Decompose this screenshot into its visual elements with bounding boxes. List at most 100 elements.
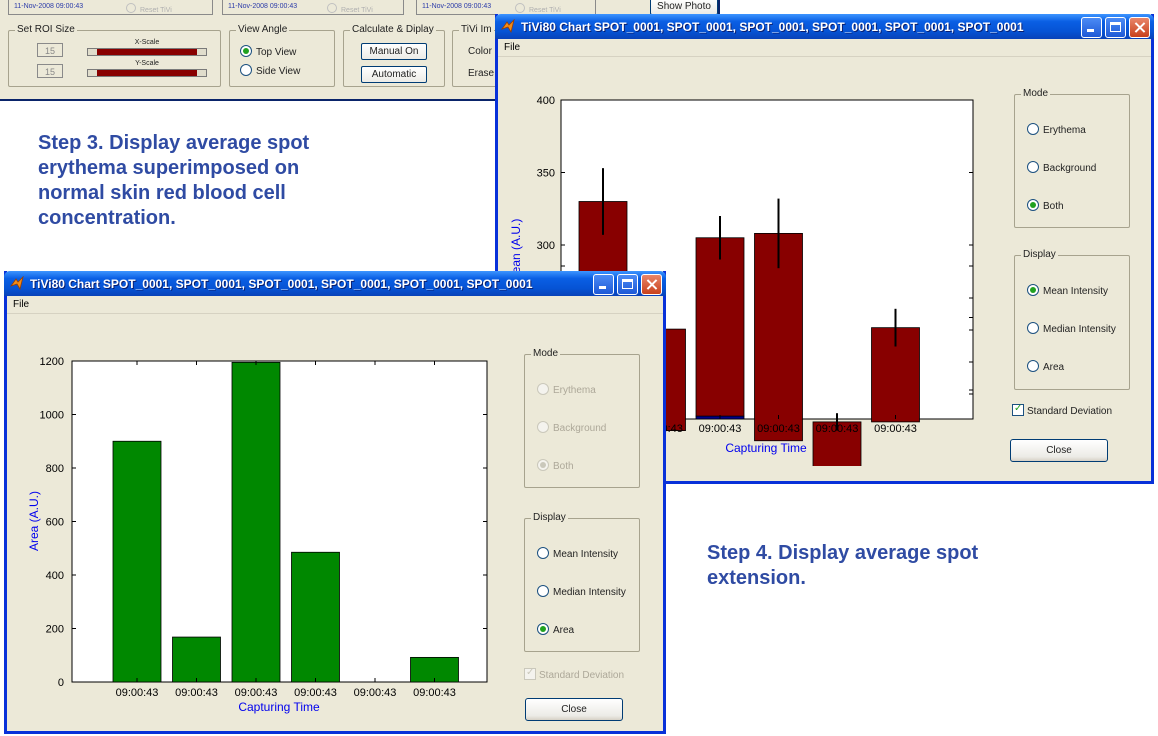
mode-group: Mode Erythema Background Both [524,348,640,488]
reset-tivi-radio[interactable]: Reset TiVi [515,3,561,14]
area-chart: 09:00:43 09:00:43 09:00:43 09:00:43 09:00:43… [27,356,488,714]
reset-tivi-radio[interactable]: Reset TiVi [126,3,172,14]
x-tick-label: 09:00:43 [116,687,159,699]
side-view-radio[interactable]: Side View [240,64,300,77]
show-photo-button[interactable]: Show Photo [650,0,718,15]
radio-icon [1027,161,1039,173]
y-tick-label: 400 [46,570,64,582]
close-button[interactable]: Close [525,698,623,721]
menu-bar: File [498,39,1151,57]
mode-option-label: Erythema [1043,125,1086,136]
y-scale-value[interactable]: 15 [37,64,63,78]
color-label: Color [468,46,492,57]
y-tick-label: 0 [58,677,64,689]
reset-tivi-radio[interactable]: Reset TiVi [327,3,373,14]
close-window-button[interactable] [1129,17,1150,38]
menu-file[interactable]: File [504,42,520,53]
manual-on-button[interactable]: Manual On [361,43,427,60]
bar [112,440,162,683]
menu-file[interactable]: File [13,299,29,310]
minimize-button[interactable] [593,274,614,295]
y-tick-label: 800 [46,463,64,475]
mode-erythema-radio[interactable]: Erythema [537,383,596,396]
standard-deviation-checkbox[interactable]: Standard Deviation [1012,403,1112,417]
window-title-bar[interactable]: TiVi80 Chart SPOT_0001, SPOT_0001, SPOT_… [495,14,1154,39]
top-view-label: Top View [256,47,297,58]
roi-size-group: Set ROI Size 15 15 X-Scale Y-Scale [8,24,221,87]
radio-icon [537,547,549,559]
erase-label: Erase [468,68,495,79]
mode-title: Mode [1021,88,1051,99]
mode-background-radio[interactable]: Background [537,421,606,434]
x-tick-label: 09:00:43 [175,687,218,699]
radio-icon [1027,322,1039,334]
x-tick-label: 09:00:43 [816,423,859,435]
caption-line: Step 4. Display average spot [707,542,979,564]
y-scale-slider[interactable] [87,69,207,77]
side-view-label: Side View [256,66,301,77]
display-option-label: Median Intensity [553,587,626,598]
calculate-display-title: Calculate & Diplay [350,24,436,35]
tivi-image-title: TiVi Im [459,24,494,35]
timestamp-text: 11-Nov-2008 09:00:43 [422,3,492,10]
calculate-display-group: Calculate & Diplay Manual On Automatic [343,24,445,87]
standard-deviation-checkbox[interactable]: Standard Deviation [524,667,625,681]
x-tick-label: 09:00:43 [235,687,278,699]
x-tick-label: 09:00:43 [757,423,800,435]
checkbox-checked-icon [524,667,536,680]
view-angle-group: View Angle Top View Side View [229,24,335,87]
y-tick-label: 1000 [40,410,64,422]
timestamp-box-1: 11-Nov-2008 09:00:43 Reset TiVi [8,0,213,15]
matlab-icon [501,19,515,33]
display-area-radio[interactable]: Area [1027,360,1064,373]
bar [172,636,221,683]
mode-group: Mode Erythema Background Both [1014,88,1130,228]
x-scale-slider[interactable] [87,48,207,56]
y-tick-label: 400 [537,95,555,107]
automatic-button[interactable]: Automatic [361,66,427,83]
view-angle-title: View Angle [236,24,290,35]
mode-option-label: Both [1043,201,1064,212]
close-window-button[interactable] [641,274,662,295]
chart-window-area: TiVi80 Chart SPOT_0001, SPOT_0001, SPOT_… [4,271,666,734]
display-mean-radio[interactable]: Mean Intensity [537,547,618,560]
timestamp-box-2: 11-Nov-2008 09:00:43 Reset TiVi [222,0,404,15]
x-scale-value[interactable]: 15 [37,43,63,57]
standard-deviation-label: Standard Deviation [539,670,625,681]
mode-both-radio[interactable]: Both [1027,199,1064,212]
x-axis-label: Capturing Time [238,700,320,714]
display-median-radio[interactable]: Median Intensity [537,585,626,598]
mode-both-radio[interactable]: Both [537,459,574,472]
caption-line: extension. [707,567,806,589]
display-title: Display [1021,249,1058,260]
maximize-button[interactable] [1105,17,1126,38]
mode-option-label: Background [1043,163,1097,174]
radio-icon [537,585,549,597]
caption-line: Step 3. Display average spot [38,132,310,154]
radio-icon [240,64,252,76]
close-button[interactable]: Close [1010,439,1108,462]
display-option-label: Area [553,625,575,636]
y-tick-label: 1200 [40,356,64,368]
radio-icon [1027,360,1039,372]
display-option-label: Median Intensity [1043,324,1116,335]
maximize-button[interactable] [617,274,638,295]
caption-line: normal skin red blood cell [38,182,286,204]
x-tick-label: 09:00:43 [294,687,337,699]
display-median-radio[interactable]: Median Intensity [1027,322,1116,335]
timestamp-text: 11-Nov-2008 09:00:43 [14,3,84,10]
mode-background-radio[interactable]: Background [1027,161,1096,174]
mode-erythema-radio[interactable]: Erythema [1027,123,1086,136]
x-tick-label: 09:00:43 [874,423,917,435]
top-view-radio[interactable]: Top View [240,45,296,58]
y-axis-label: Area (A.U.) [27,491,41,551]
checkbox-checked-icon [1012,403,1024,416]
display-group: Display Mean Intensity Median Intensity … [1014,249,1130,390]
bar [291,551,340,683]
display-mean-radio[interactable]: Mean Intensity [1027,284,1108,297]
window-title-bar[interactable]: TiVi80 Chart SPOT_0001, SPOT_0001, SPOT_… [4,271,666,296]
display-area-radio[interactable]: Area [537,623,574,636]
display-option-label: Area [1043,362,1065,373]
minimize-button[interactable] [1081,17,1102,38]
mode-option-label: Both [553,461,574,472]
